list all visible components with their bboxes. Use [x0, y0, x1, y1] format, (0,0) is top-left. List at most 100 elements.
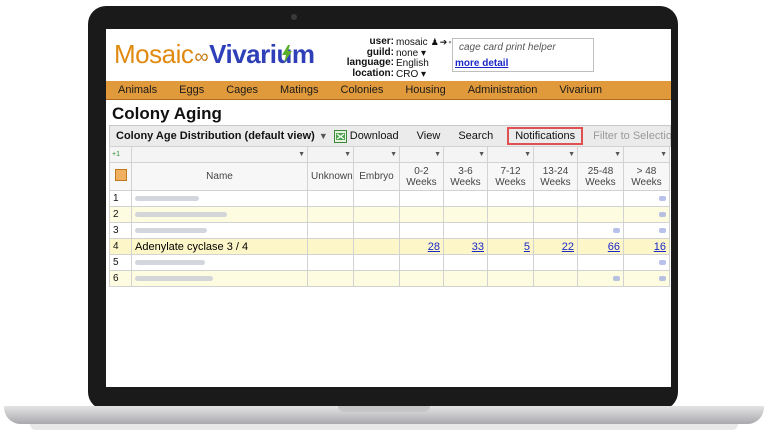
- table-row[interactable]: 3: [109, 222, 670, 239]
- filter-to-selection-button[interactable]: Filter to Selection: [593, 130, 671, 142]
- table-row[interactable]: 4 Adenylate cyclase 3 / 4 28 33 5 22 66 …: [109, 238, 670, 255]
- filter-w7-12-dropdown[interactable]: ▼: [487, 146, 534, 163]
- row-w25-48[interactable]: 66: [577, 238, 624, 255]
- notifications-button[interactable]: Notifications: [507, 127, 584, 145]
- col-header-w48[interactable]: > 48 Weeks: [623, 162, 670, 191]
- logout-arrow-icon[interactable]: ➔: [440, 37, 448, 47]
- redacted-value: [659, 276, 666, 282]
- laptop-base: [4, 406, 764, 424]
- menu-item-vivarium[interactable]: Vivarium: [559, 84, 602, 96]
- count-link[interactable]: 66: [608, 241, 620, 253]
- row-w48[interactable]: [623, 270, 670, 287]
- row-number: 4: [109, 238, 132, 255]
- view-button[interactable]: View: [417, 130, 441, 142]
- row-name: Adenylate cyclase 3 / 4: [131, 238, 308, 255]
- col-header-w0-2[interactable]: 0-2 Weeks: [399, 162, 444, 191]
- col-header-w3-6[interactable]: 3-6 Weeks: [443, 162, 488, 191]
- camera-icon: [291, 14, 297, 20]
- filter-embryo-dropdown[interactable]: ▼: [353, 146, 400, 163]
- redacted-name: [135, 260, 205, 266]
- table-row[interactable]: 1: [109, 190, 670, 207]
- lightning-bolt-icon: [282, 45, 292, 63]
- col-header-w7-12[interactable]: 7-12 Weeks: [487, 162, 534, 191]
- row-w13-24[interactable]: 22: [533, 238, 578, 255]
- user-value: mosaic: [396, 37, 428, 48]
- row-name: [131, 270, 308, 287]
- filter-plus[interactable]: +1: [109, 146, 132, 163]
- row-name: [131, 254, 308, 271]
- count-link[interactable]: 5: [524, 241, 530, 253]
- row-number: 2: [109, 206, 132, 223]
- row-w7-12[interactable]: 5: [487, 238, 534, 255]
- row-number: 6: [109, 270, 132, 287]
- redacted-name: [135, 276, 213, 282]
- row-name: [131, 190, 308, 207]
- col-header-name[interactable]: Name: [131, 162, 308, 191]
- page-title: Colony Aging: [112, 104, 222, 123]
- row-name: [131, 206, 308, 223]
- filter-w25-48-dropdown[interactable]: ▼: [577, 146, 624, 163]
- user-profile-icon[interactable]: ♟: [431, 37, 439, 47]
- col-header-unknown[interactable]: Unknown: [307, 162, 354, 191]
- row-unknown: [307, 238, 354, 255]
- view-dropdown-arrow-icon[interactable]: ▼: [319, 131, 328, 141]
- more-detail-link[interactable]: more detail: [455, 58, 508, 69]
- count-link[interactable]: 28: [428, 241, 440, 253]
- row-w0-2[interactable]: 28: [399, 238, 444, 255]
- download-button[interactable]: Download: [333, 129, 399, 143]
- row-embryo: [353, 238, 400, 255]
- menu-item-colonies[interactable]: Colonies: [341, 84, 384, 96]
- header-row: Name Unknown Embryo 0-2 Weeks 3-6 Weeks …: [109, 162, 670, 191]
- cage-card-helper-box: cage card print helper more detail: [452, 38, 594, 72]
- filter-unknown-dropdown[interactable]: ▼: [307, 146, 354, 163]
- search-button[interactable]: Search: [458, 130, 493, 142]
- menu-item-housing[interactable]: Housing: [405, 84, 445, 96]
- menu-item-animals[interactable]: Animals: [118, 84, 157, 96]
- count-link[interactable]: 33: [472, 241, 484, 253]
- menu-item-eggs[interactable]: Eggs: [179, 84, 204, 96]
- view-select[interactable]: Colony Age Distribution (default view): [116, 130, 315, 142]
- redacted-value: [659, 228, 666, 234]
- table-row[interactable]: 5: [109, 254, 670, 271]
- redacted-name: [135, 212, 227, 218]
- filter-name-dropdown[interactable]: ▼: [131, 146, 308, 163]
- row-w48[interactable]: [623, 190, 670, 207]
- excel-download-icon: [333, 129, 347, 143]
- row-number: 3: [109, 222, 132, 239]
- redacted-value: [613, 276, 620, 282]
- download-label: Download: [349, 130, 399, 142]
- logo-mosaic-text: Mosaic: [114, 39, 194, 69]
- row-w3-6[interactable]: 33: [443, 238, 488, 255]
- menu-item-cages[interactable]: Cages: [226, 84, 258, 96]
- row-w48[interactable]: [623, 206, 670, 223]
- filter-w3-6-dropdown[interactable]: ▼: [443, 146, 488, 163]
- user-panel-labels: user: guild: language: location:: [296, 36, 394, 79]
- select-all-checkbox[interactable]: [109, 162, 132, 191]
- menu-item-matings[interactable]: Matings: [280, 84, 319, 96]
- row-w48[interactable]: 16: [623, 238, 670, 255]
- redacted-value: [659, 212, 666, 218]
- row-w25-48[interactable]: [577, 222, 624, 239]
- count-link[interactable]: 16: [654, 241, 666, 253]
- col-header-embryo[interactable]: Embryo: [353, 162, 400, 191]
- col-header-w25-48[interactable]: 25-48 Weeks: [577, 162, 624, 191]
- count-link[interactable]: 22: [562, 241, 574, 253]
- menu-item-administration[interactable]: Administration: [468, 84, 538, 96]
- user-label: user:: [369, 36, 394, 47]
- filter-w48-dropdown[interactable]: ▼: [623, 146, 670, 163]
- filter-w0-2-dropdown[interactable]: ▼: [399, 146, 444, 163]
- row-w48[interactable]: [623, 254, 670, 271]
- language-label: language:: [346, 57, 394, 68]
- app-screen: Mosaic∞ Vivarium user: guild: language: l…: [106, 29, 671, 387]
- colony-age-grid: +1 ▼ ▼ ▼ ▼ ▼ ▼ ▼ ▼ ▼ Name Unknown Embryo…: [109, 146, 670, 287]
- laptop-shadow: [30, 424, 738, 430]
- redacted-name: [135, 228, 207, 234]
- row-number: 1: [109, 190, 132, 207]
- col-header-w13-24[interactable]: 13-24 Weeks: [533, 162, 578, 191]
- row-w25-48[interactable]: [577, 270, 624, 287]
- checkbox-icon: [114, 169, 127, 181]
- filter-w13-24-dropdown[interactable]: ▼: [533, 146, 578, 163]
- table-row[interactable]: 2: [109, 206, 670, 223]
- table-row[interactable]: 6: [109, 270, 670, 287]
- row-w48[interactable]: [623, 222, 670, 239]
